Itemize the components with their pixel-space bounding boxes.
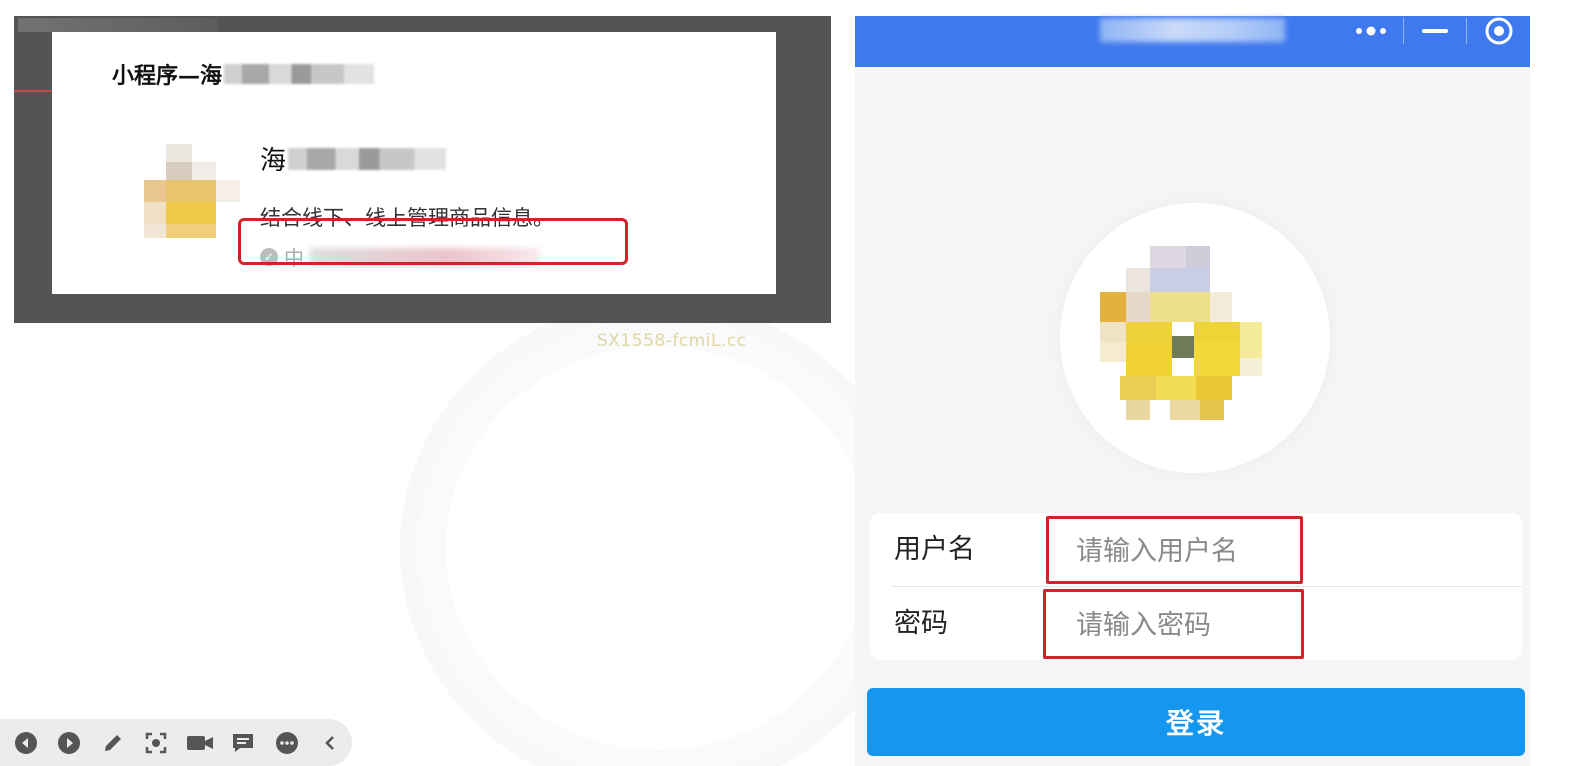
screen: 小程序—海 海 结合线下、线上管理商品信息。 ✓ 中 SX1558-fcmiL.… [0, 0, 1570, 766]
slide-title: 小程序—海 [112, 58, 375, 90]
pen-icon [104, 734, 121, 751]
slide-frame: 小程序—海 海 结合线下、线上管理商品信息。 ✓ 中 [14, 16, 831, 323]
app-name-text: 海 [260, 146, 287, 176]
more-dots-icon [1356, 26, 1387, 36]
minimize-icon [1422, 29, 1449, 33]
comment-icon [233, 733, 254, 752]
watermark-seal [400, 300, 916, 766]
comment-button[interactable] [222, 721, 266, 765]
password-label: 密码 [894, 608, 948, 639]
collapse-icon [325, 735, 335, 750]
navigation-bar [855, 16, 1530, 67]
nav-title-redaction [1100, 18, 1285, 42]
watermark-text: SX1558-fcmiL.cc [597, 331, 747, 351]
presentation-toolbar [0, 719, 352, 766]
screenshot-button[interactable] [135, 721, 179, 765]
org-highlight-box [238, 218, 628, 265]
close-button[interactable] [1467, 16, 1530, 46]
screenshot-icon [146, 732, 167, 753]
minimize-button[interactable] [1404, 16, 1467, 46]
capsule-menu [1340, 16, 1530, 46]
camera-icon [186, 735, 213, 750]
menu-button[interactable] [1340, 16, 1403, 46]
slide-frame-header-blur [18, 18, 218, 32]
prev-button[interactable] [4, 721, 48, 765]
app-avatar [1060, 203, 1330, 473]
app-name-redaction [288, 147, 447, 170]
collapse-button[interactable] [309, 721, 353, 765]
more-button[interactable] [265, 721, 309, 765]
prev-icon [14, 731, 37, 754]
app-logo-icon [144, 144, 240, 244]
play-button[interactable] [48, 721, 92, 765]
camera-button[interactable] [178, 721, 222, 765]
app-name: 海 [260, 140, 447, 177]
username-highlight-box [1046, 516, 1303, 584]
more-icon [275, 731, 298, 754]
target-close-icon [1485, 17, 1513, 45]
username-label: 用户名 [894, 534, 975, 565]
login-button[interactable]: 登录 [867, 688, 1525, 756]
slide-title-redaction [224, 64, 375, 84]
password-highlight-box [1043, 589, 1304, 659]
play-icon [58, 731, 81, 754]
pen-button[interactable] [91, 721, 135, 765]
slide-title-text: 小程序—海 [112, 63, 223, 89]
slide-frame-accent-line [14, 90, 54, 92]
